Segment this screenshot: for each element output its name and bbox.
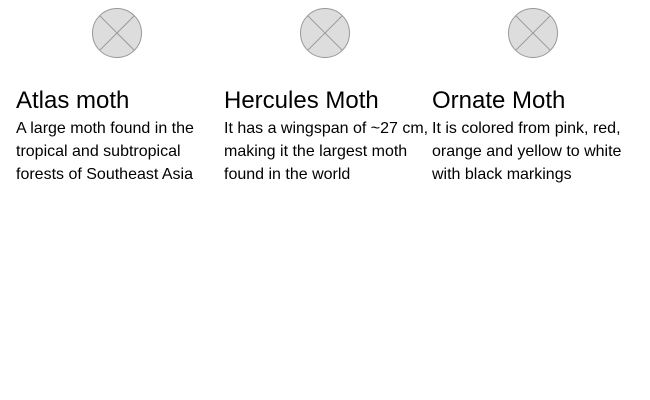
card-description: It is colored from pink, red, orange and… [432, 120, 622, 183]
card-title: Hercules Moth [224, 87, 379, 114]
card-description: A large moth found in the tropical and s… [16, 120, 194, 183]
moth-card-hercules: Hercules Moth It has a wingspan of ~27 c… [224, 7, 432, 186]
card-title: Ornate Moth [432, 87, 566, 114]
placeholder-image-icon [91, 7, 143, 59]
moth-card-list: Atlas moth A large moth found in the tro… [16, 7, 636, 186]
moth-card-atlas: Atlas moth A large moth found in the tro… [16, 7, 224, 186]
card-description: It has a wingspan of ~27 cm, making it t… [224, 120, 429, 183]
card-title: Atlas moth [16, 87, 130, 114]
placeholder-image-icon [507, 7, 559, 59]
moth-card-ornate: Ornate Moth It is colored from pink, red… [432, 7, 640, 186]
placeholder-image-icon [299, 7, 351, 59]
